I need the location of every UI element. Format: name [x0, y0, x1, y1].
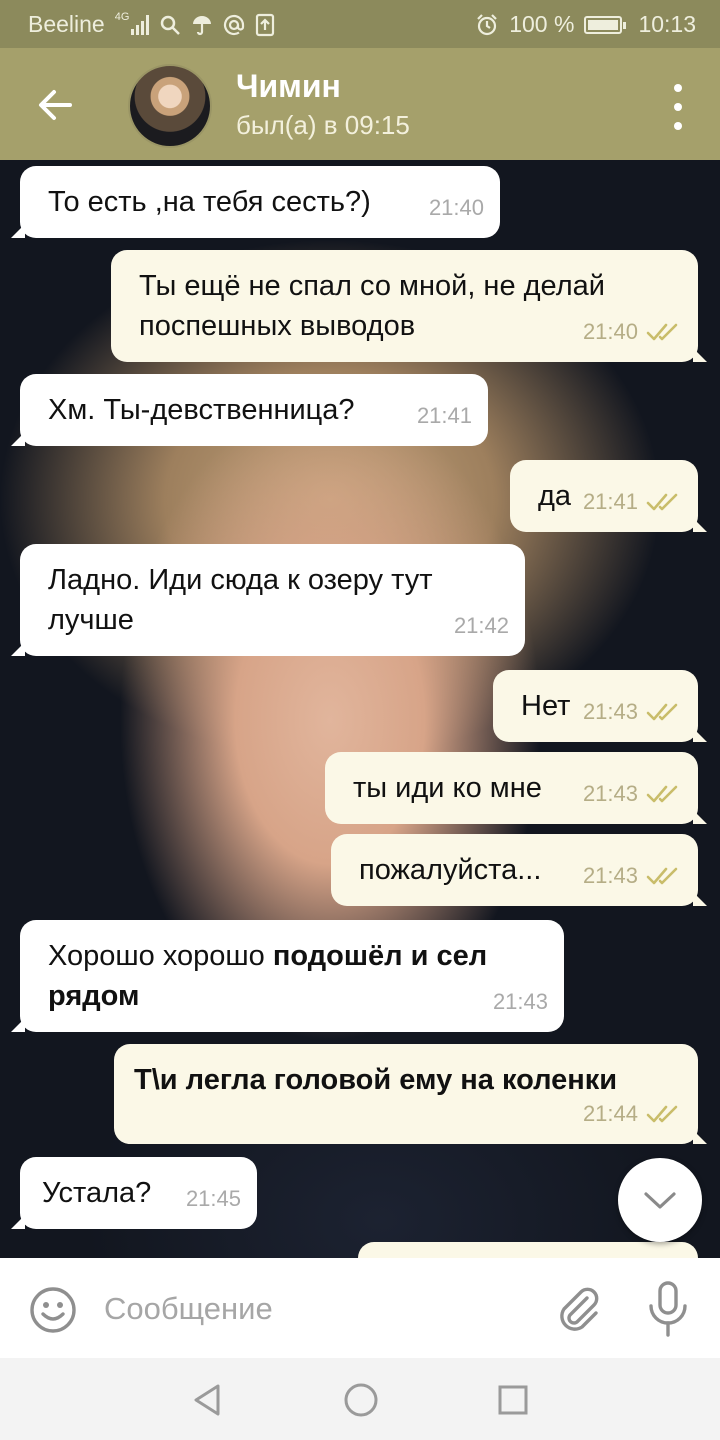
status-right: 100 % 10:13	[475, 11, 696, 38]
message-time: 21:43	[492, 989, 548, 1014]
network-label: 4G	[114, 11, 130, 23]
message-time: 21:40	[582, 319, 638, 344]
message-bubble[interactable]: Ты ещё не спал со мной, не делай поспешн…	[111, 250, 707, 362]
message-text: пожалуйста...	[359, 854, 542, 886]
alarm-icon	[477, 13, 497, 35]
message-time: 21:43	[582, 699, 638, 724]
message-time: 21:45	[185, 1186, 241, 1211]
at-icon	[224, 14, 245, 35]
emoji-icon[interactable]	[28, 1285, 78, 1335]
message-input[interactable]	[102, 1280, 526, 1338]
message-time: 21:42	[453, 613, 509, 638]
message-text: То есть ,на тебя сесть?)	[48, 186, 371, 218]
double-check-icon	[646, 703, 678, 721]
message-text: Хорошо хорошо	[48, 940, 273, 972]
message-time: 21:43	[582, 863, 638, 888]
message-text: Устала?	[42, 1177, 152, 1209]
upload-icon	[256, 13, 275, 36]
more-vertical-icon[interactable]	[668, 84, 688, 130]
message-bubble[interactable]: Хм. Ты-девственница? 21:41	[11, 374, 488, 446]
last-seen-status: был(а) в 09:15	[236, 110, 410, 140]
paperclip-icon[interactable]	[553, 1284, 603, 1334]
message-text: Ладно. Иди сюда к озеру тут лучше	[48, 564, 433, 636]
status-left: Beeline 4G	[28, 11, 275, 38]
message-bubble[interactable]: ты иди ко мне 21:43	[325, 752, 707, 824]
message-text: да	[538, 480, 572, 512]
double-check-icon	[646, 867, 678, 885]
message-time: 21:40	[428, 195, 484, 220]
clock: 10:13	[638, 11, 696, 37]
message-time: 21:41	[416, 403, 472, 428]
double-check-icon	[646, 785, 678, 803]
microphone-icon[interactable]	[645, 1280, 691, 1338]
message-time: 21:44	[582, 1101, 638, 1126]
message-text-bold: Т\и легла головой ему на коленки	[134, 1064, 618, 1096]
message-bubble[interactable]: Нет 21:43	[493, 670, 707, 742]
composer-bar	[0, 1258, 720, 1358]
battery-icon	[584, 15, 627, 34]
status-bar: Beeline 4G 100 % 10:13	[0, 0, 720, 48]
message-bubble[interactable]: да 21:41	[510, 460, 707, 532]
message-text: Хм. Ты-девственница?	[48, 394, 355, 426]
message-bubble[interactable]: Т\и легла головой ему на коленки 21:44	[114, 1044, 707, 1144]
signal-icon	[131, 14, 150, 35]
carrier-label: Beeline	[28, 11, 105, 37]
scroll-down-button[interactable]	[618, 1158, 702, 1242]
message-text: ты иди ко мне	[353, 772, 542, 804]
back-triangle-icon[interactable]	[188, 1380, 228, 1420]
message-bubble[interactable]: Устала? 21:45	[11, 1157, 257, 1229]
search-icon	[161, 15, 181, 35]
contact-name[interactable]: Чимин	[236, 68, 341, 105]
umbrella-icon	[193, 15, 212, 35]
message-text: Ты ещё не спал со мной, не делай поспешн…	[139, 270, 605, 342]
message-text: Нет	[521, 690, 571, 722]
recents-square-icon[interactable]	[493, 1380, 533, 1420]
home-circle-icon[interactable]	[341, 1380, 381, 1420]
avatar[interactable]	[128, 64, 212, 148]
system-navigation-bar	[0, 1358, 720, 1440]
message-time: 21:41	[582, 489, 638, 514]
message-bubble[interactable]: Хорошо хорошо подошёл и сел рядом 21:43	[11, 920, 564, 1032]
message-time: 21:43	[582, 781, 638, 806]
message-bubble[interactable]: пожалуйста... 21:43	[331, 834, 707, 906]
double-check-icon	[646, 493, 678, 511]
message-list[interactable]: То есть ,на тебя сесть?) 21:40 Ты ещё не…	[0, 160, 720, 1258]
back-arrow-icon[interactable]	[30, 80, 80, 130]
chevron-down-icon	[644, 1192, 676, 1209]
chat-header: Чимин был(а) в 09:15	[0, 48, 720, 160]
message-bubble[interactable]: То есть ,на тебя сесть?) 21:40	[11, 166, 500, 238]
double-check-icon	[646, 1105, 678, 1123]
message-bubble[interactable]: Ладно. Иди сюда к озеру тут лучше 21:42	[11, 544, 525, 656]
double-check-icon	[646, 323, 678, 341]
battery-percent: 100 %	[509, 11, 575, 37]
